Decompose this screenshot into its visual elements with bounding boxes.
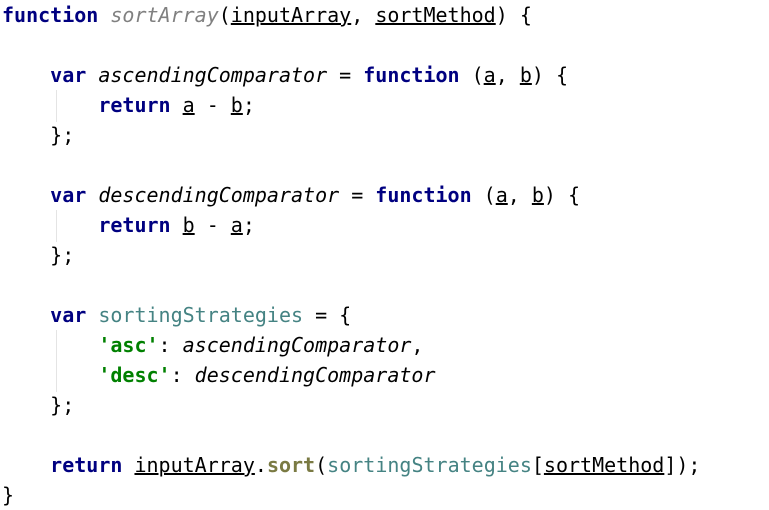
code-line-return-sort[interactable]: return inputArray.sort(sortingStrategies… xyxy=(2,450,700,480)
value-ascending-comparator: ascendingComparator xyxy=(182,333,412,357)
code-line-strategies-declaration[interactable]: var sortingStrategies = { xyxy=(2,300,351,330)
keyword-function: function xyxy=(2,3,99,27)
code-line-descending-declaration[interactable]: var descendingComparator = function (a, … xyxy=(2,180,580,210)
closing-brace: }; xyxy=(50,243,75,267)
paren-close-brace: ) { xyxy=(531,63,568,87)
var-descending-comparator: descendingComparator xyxy=(98,183,340,207)
code-line-descending-return[interactable]: return b - a; xyxy=(2,210,255,240)
param-input-array: inputArray xyxy=(230,3,352,27)
param-a: a xyxy=(483,63,496,87)
operand-a: a xyxy=(230,213,243,237)
paren-open: ( xyxy=(471,183,496,207)
keyword-var: var xyxy=(50,183,87,207)
dot: . xyxy=(254,453,267,477)
paren-open: ( xyxy=(218,3,231,27)
paren-open: ( xyxy=(315,453,328,477)
assign-operator: = xyxy=(327,63,364,87)
operand-b: b xyxy=(230,93,243,117)
minus-operator: - xyxy=(194,93,231,117)
ref-sort-method: sortMethod xyxy=(543,453,665,477)
param-b: b xyxy=(519,63,532,87)
code-line-close-descending[interactable]: }; xyxy=(2,240,74,270)
paren-close-brace: ) { xyxy=(495,3,532,27)
paren-open: ( xyxy=(459,63,484,87)
minus-operator: - xyxy=(194,213,231,237)
string-key-asc: 'asc' xyxy=(98,333,159,357)
operand-a: a xyxy=(182,93,195,117)
code-line-function-declaration[interactable]: function sortArray(inputArray, sortMetho… xyxy=(2,0,532,30)
code-line-close-strategies[interactable]: }; xyxy=(2,390,74,420)
param-separator: , xyxy=(495,63,520,87)
paren-close-brace: ) { xyxy=(543,183,581,207)
keyword-return: return xyxy=(98,213,171,237)
assign-operator: = xyxy=(339,183,376,207)
code-line-strategy-asc[interactable]: 'asc': ascendingComparator, xyxy=(2,330,423,360)
keyword-var: var xyxy=(50,63,87,87)
string-key-desc: 'desc' xyxy=(98,363,171,387)
closing-brace: } xyxy=(2,483,15,507)
param-separator: , xyxy=(507,183,532,207)
colon: : xyxy=(170,363,195,387)
comma: , xyxy=(411,333,424,357)
keyword-function: function xyxy=(375,183,472,207)
code-line-ascending-declaration[interactable]: var ascendingComparator = function (a, b… xyxy=(2,60,568,90)
param-a: a xyxy=(495,183,508,207)
semicolon: ; xyxy=(242,93,255,117)
method-sort: sort xyxy=(266,453,316,477)
code-line-ascending-return[interactable]: return a - b; xyxy=(2,90,255,120)
code-line-strategy-desc[interactable]: 'desc': descendingComparator xyxy=(2,360,436,390)
closing-brace: }; xyxy=(50,393,75,417)
closing-brace: }; xyxy=(50,123,75,147)
semicolon: ; xyxy=(242,213,255,237)
code-editor[interactable]: function sortArray(inputArray, sortMetho… xyxy=(0,0,769,509)
value-descending-comparator: descendingComparator xyxy=(194,363,436,387)
param-sort-method: sortMethod xyxy=(375,3,496,27)
param-b: b xyxy=(531,183,544,207)
ref-input-array: inputArray xyxy=(134,453,255,477)
operand-b: b xyxy=(182,213,195,237)
keyword-return: return xyxy=(50,453,123,477)
param-separator: , xyxy=(351,3,376,27)
colon: : xyxy=(158,333,183,357)
code-line-close-function[interactable]: } xyxy=(2,480,14,510)
keyword-return: return xyxy=(98,93,171,117)
ref-sorting-strategies: sortingStrategies xyxy=(327,453,532,477)
keyword-var: var xyxy=(50,303,87,327)
assign-open-brace: = { xyxy=(303,303,352,327)
keyword-function: function xyxy=(363,63,460,87)
function-name: sortArray xyxy=(110,3,219,27)
code-line-close-ascending[interactable]: }; xyxy=(2,120,74,150)
bracket-open: [ xyxy=(531,453,544,477)
var-ascending-comparator: ascendingComparator xyxy=(98,63,328,87)
bracket-close-paren: ]); xyxy=(664,453,701,477)
var-sorting-strategies: sortingStrategies xyxy=(98,303,304,327)
